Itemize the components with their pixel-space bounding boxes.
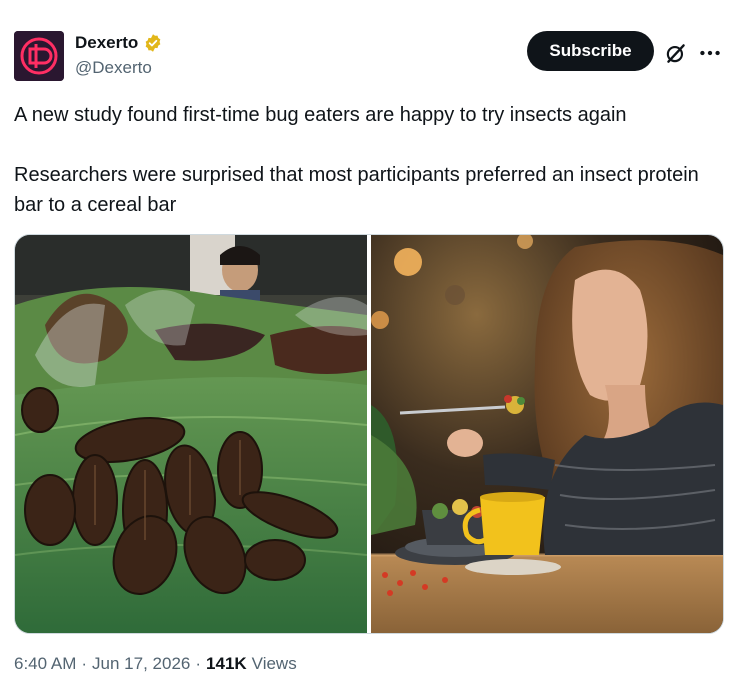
views-label: Views <box>251 654 297 673</box>
fried-insects-on-banana-leaves-photo <box>15 235 368 633</box>
grok-icon[interactable] <box>663 40 689 66</box>
gold-verified-badge-icon <box>145 34 161 52</box>
tweet-meta: 6:40 AM · Jun 17, 2026 · 141K Views <box>14 654 297 674</box>
views-count: 141K <box>206 654 247 673</box>
subscribe-button[interactable]: Subscribe <box>527 31 654 71</box>
separator-dot: · <box>195 654 202 673</box>
more-icon[interactable] <box>697 40 723 66</box>
avatar[interactable] <box>14 31 64 81</box>
tweet-date[interactable]: Jun 17, 2026 <box>92 654 190 674</box>
tweet-text: A new study found first-time bug eaters … <box>14 104 699 216</box>
dexerto-logo-icon <box>14 31 64 81</box>
tweet-time[interactable]: 6:40 AM <box>14 654 76 674</box>
author-display-name[interactable]: Dexerto <box>75 33 138 53</box>
author-name-row[interactable]: Dexerto <box>75 33 163 53</box>
woman-eating-in-cafe-photo <box>371 235 723 633</box>
separator-dot: · <box>81 654 88 673</box>
tweet-media[interactable] <box>14 234 724 634</box>
author-handle[interactable]: @Dexerto <box>75 58 152 78</box>
